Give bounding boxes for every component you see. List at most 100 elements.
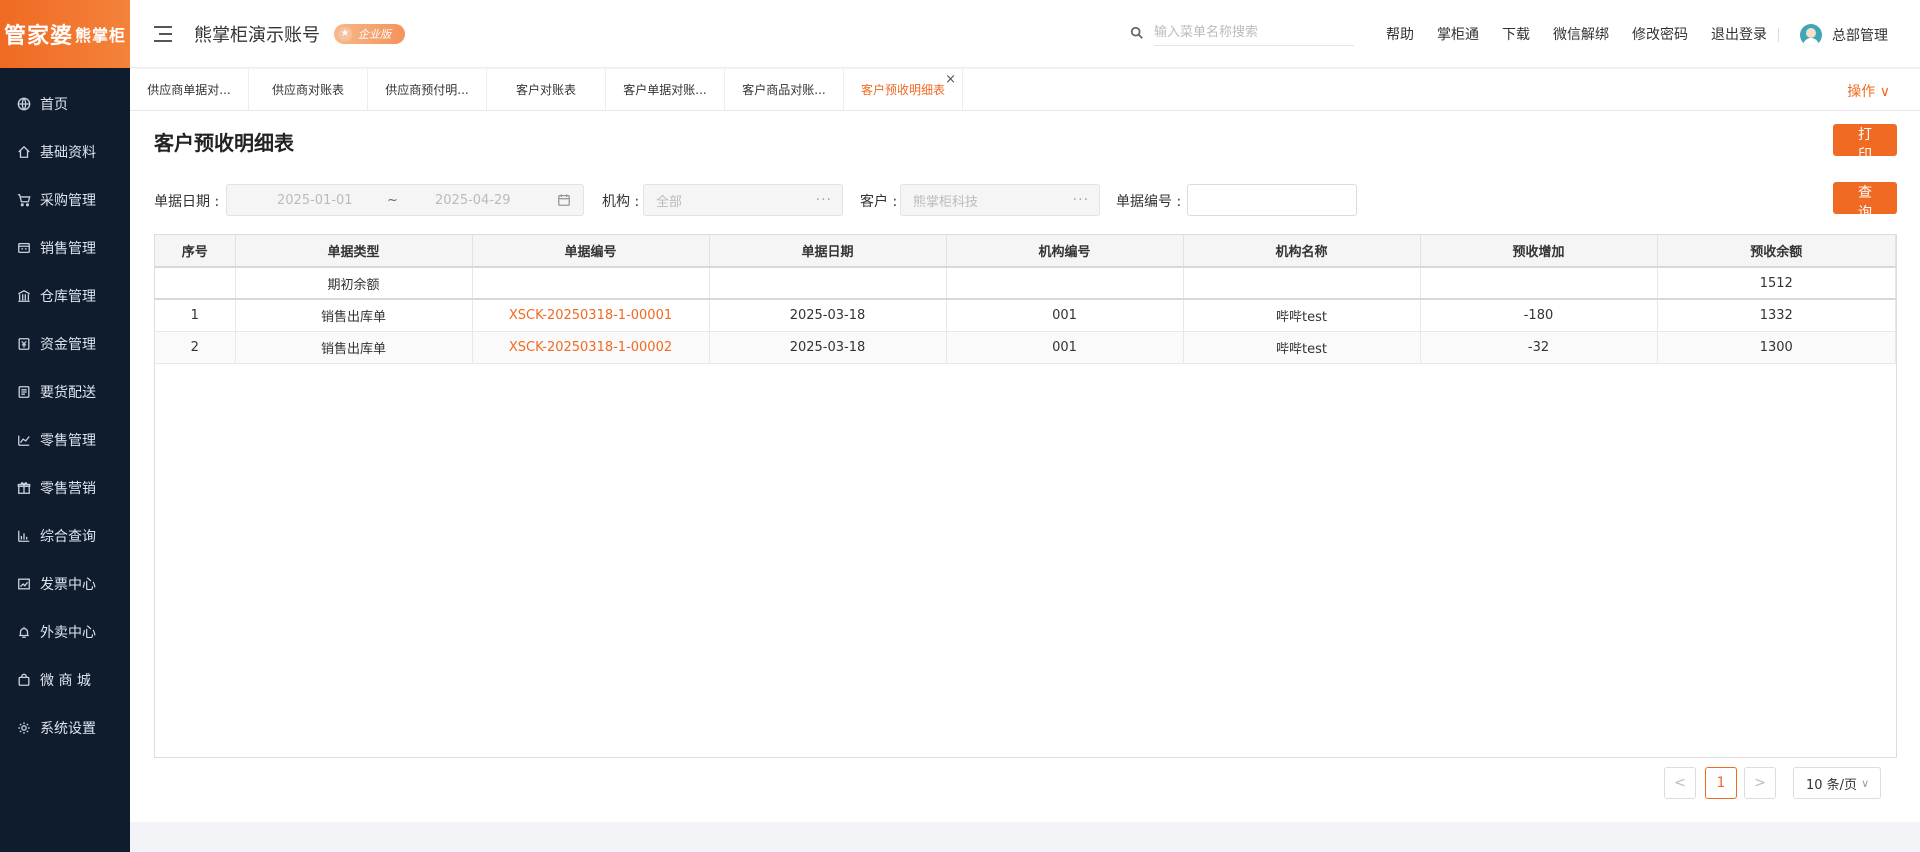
list-icon	[16, 384, 32, 400]
chevron-down-icon: ∨	[1861, 776, 1870, 790]
tab-customer-advance-detail[interactable]: 客户预收明细表 ×	[844, 69, 963, 110]
logout-link[interactable]: 退出登录	[1711, 24, 1767, 44]
tab-supplier-statement[interactable]: 供应商对账表	[249, 69, 368, 110]
more-icon[interactable]: ···	[816, 192, 832, 208]
avatar[interactable]	[1800, 24, 1822, 46]
sidebar-item-funds[interactable]: 资金管理	[0, 320, 130, 368]
cart-icon	[16, 192, 32, 208]
sidebar-item-label: 零售营销	[40, 481, 96, 497]
zhanggui-link[interactable]: 掌柜通	[1437, 24, 1479, 44]
customer-select[interactable]: 熊掌柜科技 ···	[900, 184, 1100, 216]
prev-page-button[interactable]: <	[1664, 767, 1696, 799]
sidebar-item-warehouse[interactable]: 仓库管理	[0, 272, 130, 320]
table-row[interactable]: 1 销售出库单 XSCK-20250318-1-00001 2025-03-18…	[155, 299, 1896, 332]
table-header-row: 序号 单据类型 单据编号 单据日期 机构编号 机构名称 预收增加 预收余额	[155, 235, 1896, 268]
logo: 管家婆 熊掌柜	[0, 0, 130, 68]
col-header-balance: 预收余额	[1657, 235, 1896, 268]
cell-increase: -180	[1420, 299, 1658, 332]
menu-search-input[interactable]	[1154, 20, 1354, 46]
menu-search	[1130, 20, 1354, 46]
download-link[interactable]: 下载	[1502, 24, 1530, 44]
sidebar-item-label: 首页	[40, 97, 68, 113]
account-title: 熊掌柜演示账号	[194, 24, 320, 46]
sidebar-item-invoice[interactable]: 发票中心	[0, 560, 130, 608]
calendar-icon[interactable]	[557, 193, 571, 207]
sidebar-item-label: 基础资料	[40, 145, 96, 161]
sidebar-item-label: 外卖中心	[40, 625, 96, 641]
menu-toggle-icon[interactable]	[154, 25, 172, 42]
page-size-value: 10 条/页	[1806, 777, 1858, 793]
page-tabs: 供应商单据对... 供应商对账表 供应商预付明... 客户对账表 客户单据对账.…	[130, 69, 1920, 111]
cell-org-name: 哔哔test	[1183, 331, 1421, 364]
logo-main: 管家婆	[3, 24, 73, 49]
col-header-doc-date: 单据日期	[709, 235, 947, 268]
sidebar-item-takeout[interactable]: 外卖中心	[0, 608, 130, 656]
sidebar-item-mall[interactable]: 微 商 城	[0, 656, 130, 704]
wechat-unbind-link[interactable]: 微信解绑	[1553, 24, 1609, 44]
cell-date: 2025-03-18	[709, 331, 947, 364]
date-range-picker[interactable]: 2025-01-01 ~ 2025-04-29	[226, 184, 584, 216]
edition-badge: ★ 企业版	[334, 23, 405, 44]
sidebar-item-label: 仓库管理	[40, 289, 96, 305]
sidebar-item-delivery[interactable]: 要货配送	[0, 368, 130, 416]
cell-date: 2025-03-18	[709, 299, 947, 332]
tab-label: 客户预收明细表	[860, 83, 945, 97]
operations-menu[interactable]: 操作 ∨	[1847, 81, 1890, 101]
search-icon[interactable]	[1130, 26, 1144, 40]
sidebar-item-label: 发票中心	[40, 577, 96, 593]
user-name[interactable]: 总部管理	[1832, 25, 1888, 45]
sidebar-item-purchase[interactable]: 采购管理	[0, 176, 130, 224]
close-icon[interactable]: ×	[945, 72, 956, 87]
bar-chart-icon	[16, 528, 32, 544]
date-filter-label: 单据日期 :	[154, 194, 220, 210]
doc-no-input[interactable]	[1187, 184, 1357, 216]
tab-customer-statement[interactable]: 客户对账表	[487, 69, 606, 110]
col-header-doc-type: 单据类型	[235, 235, 473, 268]
next-page-button[interactable]: >	[1744, 767, 1776, 799]
query-button[interactable]: 查询	[1833, 182, 1897, 221]
sidebar-item-sales[interactable]: 销售管理	[0, 224, 130, 272]
sidebar-item-label: 销售管理	[40, 241, 96, 257]
org-select[interactable]: 全部 ···	[643, 184, 843, 216]
sidebar-item-home[interactable]: 首页	[0, 80, 130, 128]
page-size-select[interactable]: 10 条/页 ∨	[1793, 767, 1881, 799]
tab-supplier-doc-recon[interactable]: 供应商单据对...	[130, 69, 249, 110]
help-link[interactable]: 帮助	[1386, 24, 1414, 44]
more-icon[interactable]: ···	[1073, 192, 1089, 208]
globe-icon	[16, 96, 32, 112]
header-links: 帮助 掌柜通 下载 微信解绑 修改密码 退出登录	[1386, 24, 1790, 44]
date-end[interactable]: 2025-04-29	[435, 193, 511, 208]
cell-seq: 2	[155, 331, 236, 364]
tab-supplier-prepay[interactable]: 供应商预付明...	[368, 69, 487, 110]
doc-no-link[interactable]: XSCK-20250318-1-00002	[472, 331, 710, 364]
cell-balance: 1332	[1657, 299, 1896, 332]
change-password-link[interactable]: 修改密码	[1632, 24, 1688, 44]
cell-balance: 1300	[1657, 331, 1896, 364]
doc-no-link[interactable]: XSCK-20250318-1-00001	[472, 299, 710, 332]
doc-no-filter-label: 单据编号 :	[1116, 194, 1182, 210]
print-button[interactable]: 打印	[1833, 124, 1897, 163]
tab-customer-doc-recon[interactable]: 客户单据对账...	[606, 69, 725, 110]
col-header-org-code: 机构编号	[946, 235, 1184, 268]
cell-org-code: 001	[946, 299, 1184, 332]
user-menu[interactable]: 总部管理	[1800, 24, 1888, 46]
sales-icon	[16, 240, 32, 256]
tab-customer-goods-recon[interactable]: 客户商品对账...	[725, 69, 844, 110]
sidebar-item-label: 微 商 城	[40, 673, 91, 689]
cell-seq: 1	[155, 299, 236, 332]
date-start[interactable]: 2025-01-01	[277, 193, 353, 208]
sidebar-item-query[interactable]: 综合查询	[0, 512, 130, 560]
sidebar-item-retail[interactable]: 零售管理	[0, 416, 130, 464]
tab-label: 供应商对账表	[271, 83, 344, 97]
sidebar-item-basic-data[interactable]: 基础资料	[0, 128, 130, 176]
sidebar-item-marketing[interactable]: 零售营销	[0, 464, 130, 512]
col-header-seq: 序号	[155, 235, 236, 268]
customer-select-value: 熊掌柜科技	[913, 194, 979, 210]
sidebar-item-settings[interactable]: 系统设置	[0, 704, 130, 752]
table-row[interactable]: 2 销售出库单 XSCK-20250318-1-00002 2025-03-18…	[155, 331, 1896, 364]
tab-label: 客户商品对账...	[742, 83, 826, 97]
tab-label: 客户单据对账...	[623, 83, 707, 97]
page-number-button[interactable]: 1	[1705, 767, 1737, 799]
sidebar-item-label: 综合查询	[40, 529, 96, 545]
cell-org-name: 哔哔test	[1183, 299, 1421, 332]
